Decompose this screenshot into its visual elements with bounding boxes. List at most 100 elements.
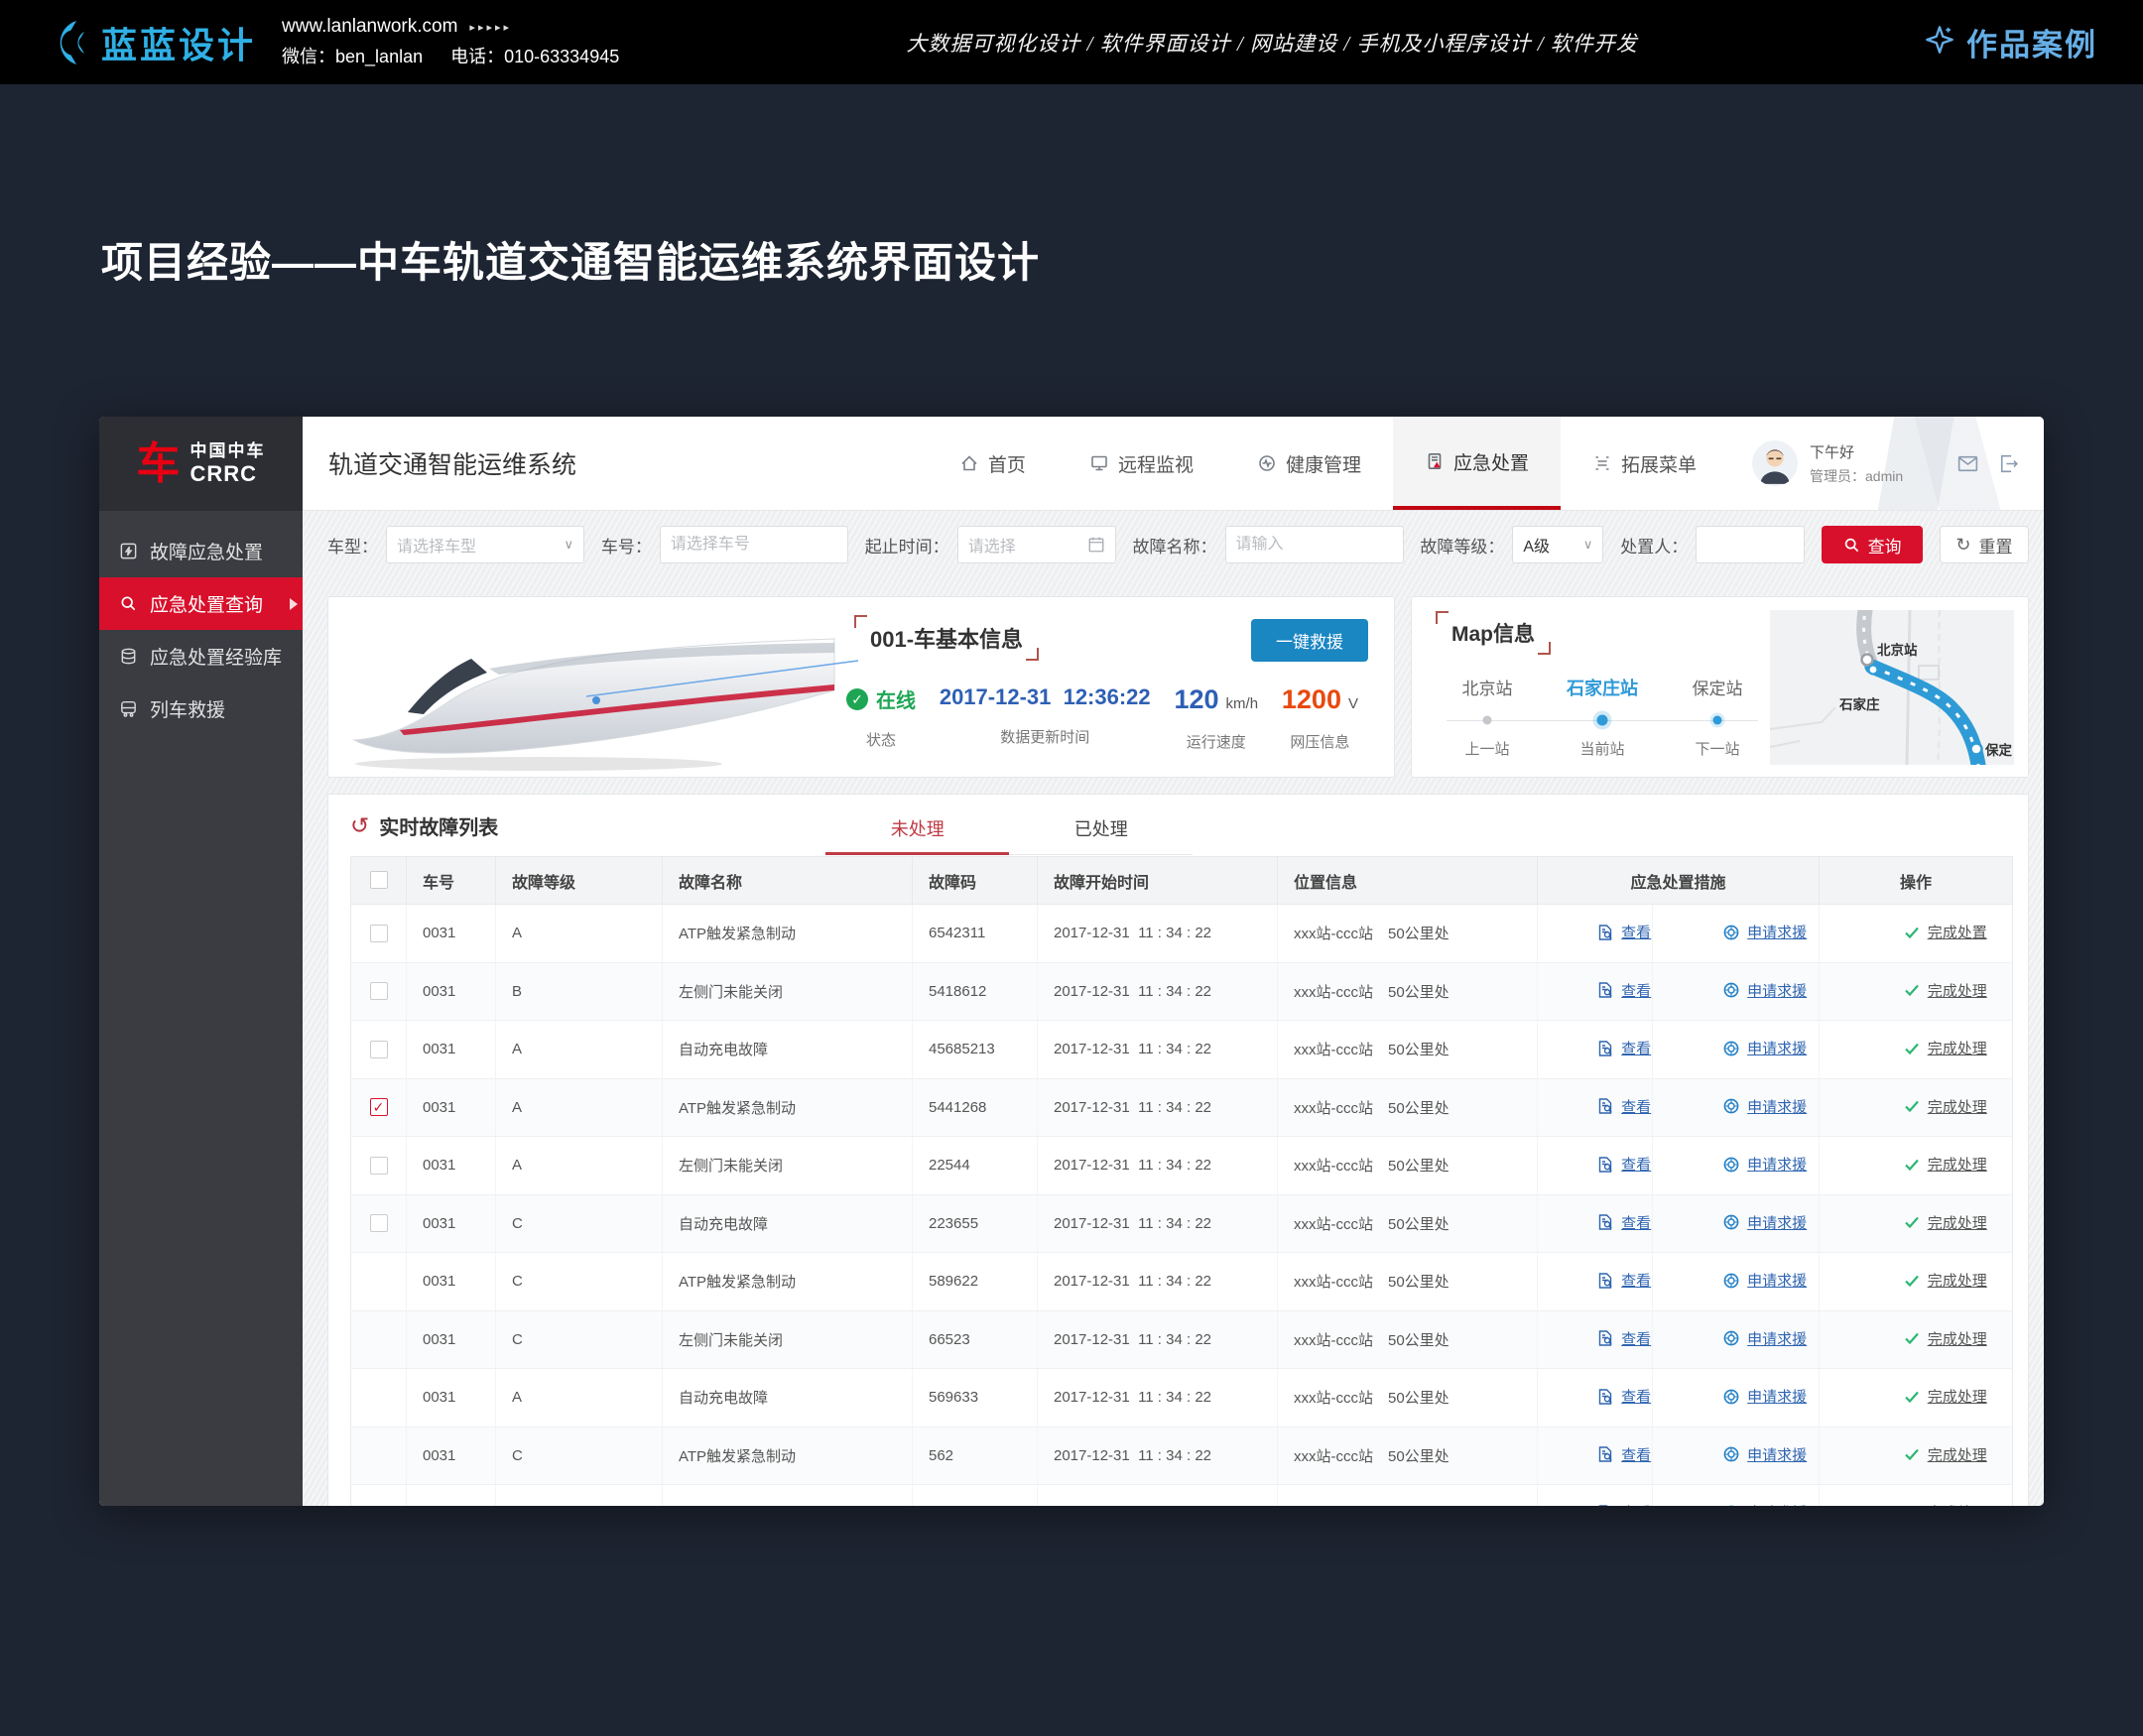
tab-health-management[interactable]: 健康管理 <box>1225 417 1393 510</box>
cell-fault-code: 45685213 <box>913 1021 1038 1079</box>
request-rescue-link[interactable]: 申请求援 <box>1722 980 1807 1001</box>
complete-link[interactable]: 完成处理 <box>1903 1328 1987 1349</box>
view-doc-icon <box>1596 1504 1614 1507</box>
monitor-icon <box>1089 453 1109 473</box>
cell-location: xxx站-ccc站 50公里处 <box>1278 1485 1538 1507</box>
row-checkbox[interactable]: ✓ <box>370 1214 388 1232</box>
sidebar-item-emergency-query[interactable]: 应急处置查询 <box>99 577 303 630</box>
complete-link[interactable]: 完成处理 <box>1903 1386 1987 1407</box>
handler-input[interactable] <box>1706 536 1794 554</box>
portfolio-block[interactable]: 作品案例 <box>1925 20 2097 64</box>
table-row: ✓ 0031 C 左侧门未能关闭 66523 2017-12-31 11 : 3… <box>351 1310 2013 1369</box>
row-checkbox[interactable]: ✓ <box>370 1157 388 1175</box>
complete-link[interactable]: 完成处理 <box>1903 1038 1987 1058</box>
tab-emergency-handling[interactable]: 应急处置 <box>1393 417 1561 510</box>
tab-remote-monitor[interactable]: 远程监视 <box>1058 417 1225 510</box>
cell-car-no: 0031 <box>407 1078 496 1137</box>
website-link[interactable]: www.lanlanwork.com <box>282 16 457 38</box>
status-stat: ✓ 在线 状态 <box>846 684 916 752</box>
table-header-row: 车号 故障等级 故障名称 故障码 故障开始时间 位置信息 应急处置措施 操作 <box>351 857 2013 905</box>
sidebar-item-fault-emergency[interactable]: 故障应急处置 <box>99 525 303 577</box>
request-rescue-link[interactable]: 申请求援 <box>1722 922 1807 942</box>
table-row: ✓ 0031 C ATP触发紧急制动 562 2017-12-31 11 : 3… <box>351 1426 2013 1485</box>
corner-bracket <box>1026 648 1039 661</box>
view-link[interactable]: 查看 <box>1596 1038 1651 1058</box>
fault-name-input[interactable] <box>1236 536 1393 554</box>
request-rescue-link[interactable]: 申请求援 <box>1722 1154 1807 1175</box>
complete-link[interactable]: 完成处理 <box>1903 1270 1987 1291</box>
sidebar-item-train-rescue[interactable]: 列车救援 <box>99 682 303 735</box>
status-tabs: 未处理 已处理 <box>825 806 1193 855</box>
cell-fault-code: 66523 <box>913 1310 1038 1369</box>
view-link[interactable]: 查看 <box>1596 1328 1651 1349</box>
train-image <box>340 603 841 774</box>
view-doc-icon <box>1596 981 1614 999</box>
view-link[interactable]: 查看 <box>1596 1096 1651 1117</box>
map-label-shijiazhuang: 石家庄 <box>1838 696 1880 712</box>
corner-bracket <box>1538 642 1551 655</box>
cell-car-no: 0031 <box>407 1253 496 1311</box>
request-rescue-link[interactable]: 申请求援 <box>1722 1096 1807 1117</box>
corner-bracket <box>1436 611 1449 624</box>
time-range-picker[interactable]: 请选择 <box>957 526 1116 563</box>
one-key-rescue-button[interactable]: 一键救援 <box>1251 619 1368 662</box>
tab-done[interactable]: 已处理 <box>1009 806 1193 855</box>
wechat-label: 微信：ben_lanlan <box>282 43 423 68</box>
time-range-label: 起止时间： <box>865 533 949 558</box>
logout-icon[interactable] <box>1997 452 2020 475</box>
fault-level-select[interactable]: A级 ∨ <box>1512 526 1603 563</box>
view-link[interactable]: 查看 <box>1596 1154 1651 1175</box>
cell-start-time: 2017-12-31 11 : 34 : 22 <box>1038 1426 1278 1485</box>
vehicle-type-select[interactable]: 请选择车型 ∨ <box>386 526 584 563</box>
cell-fault-name: ATP触发紧急制动 <box>663 1253 913 1311</box>
check-icon <box>1903 1097 1921 1115</box>
crrc-logo-icon: 车 <box>137 442 181 486</box>
row-checkbox[interactable]: ✓ <box>370 1041 388 1058</box>
complete-link[interactable]: 完成处理 <box>1903 1444 1987 1465</box>
row-checkbox[interactable]: ✓ <box>370 1098 388 1116</box>
mail-icon[interactable] <box>1956 452 1979 475</box>
tab-pending[interactable]: 未处理 <box>825 806 1009 855</box>
cell-car-no: 0031 <box>407 905 496 963</box>
tab-home[interactable]: 首页 <box>928 417 1058 510</box>
complete-link[interactable]: 完成处置 <box>1903 922 1987 942</box>
complete-link[interactable]: 完成处理 <box>1903 980 1987 1001</box>
complete-link[interactable]: 完成处理 <box>1903 1502 1987 1506</box>
query-button[interactable]: 查询 <box>1822 526 1923 563</box>
complete-link[interactable]: 完成处理 <box>1903 1154 1987 1175</box>
request-rescue-link[interactable]: 申请求援 <box>1722 1212 1807 1233</box>
vehicle-no-input[interactable] <box>671 536 837 554</box>
view-link[interactable]: 查看 <box>1596 1386 1651 1407</box>
request-rescue-link[interactable]: 申请求援 <box>1722 1038 1807 1058</box>
view-link[interactable]: 查看 <box>1596 1212 1651 1233</box>
sidebar-item-experience-library[interactable]: 应急处置经验库 <box>99 630 303 682</box>
request-rescue-link[interactable]: 申请求援 <box>1722 1328 1807 1349</box>
row-checkbox[interactable]: ✓ <box>370 925 388 942</box>
complete-link[interactable]: 完成处理 <box>1903 1212 1987 1233</box>
prev-station-name: 北京站 <box>1430 675 1545 700</box>
next-station-label: 下一站 <box>1660 738 1775 759</box>
complete-link[interactable]: 完成处理 <box>1903 1096 1987 1117</box>
view-link[interactable]: 查看 <box>1596 1444 1651 1465</box>
life-ring-icon <box>1722 981 1740 999</box>
avatar[interactable] <box>1752 440 1798 486</box>
tab-extended-menu[interactable]: 拓展菜单 <box>1561 417 1728 510</box>
prev-station-label: 上一站 <box>1430 738 1545 759</box>
request-rescue-link[interactable]: 申请求援 <box>1722 1502 1807 1506</box>
cell-car-no: 0031 <box>407 1194 496 1253</box>
cell-fault-level: A <box>496 1021 663 1079</box>
view-link[interactable]: 查看 <box>1596 1502 1651 1506</box>
cell-location: xxx站-ccc站 50公里处 <box>1278 1021 1538 1079</box>
view-link[interactable]: 查看 <box>1596 1270 1651 1291</box>
checkbox-check-icon: ✓ <box>371 1099 387 1115</box>
request-rescue-link[interactable]: 申请求援 <box>1722 1386 1807 1407</box>
reset-button[interactable]: ↻ 重置 <box>1940 526 2029 563</box>
row-checkbox[interactable]: ✓ <box>370 982 388 1000</box>
table-row: ✓ 0031 A 自动充电故障 569633 2017-12-31 11 : 3… <box>351 1369 2013 1427</box>
request-rescue-link[interactable]: 申请求援 <box>1722 1270 1807 1291</box>
view-link[interactable]: 查看 <box>1596 980 1651 1001</box>
header-checkbox[interactable] <box>370 871 388 889</box>
view-link[interactable]: 查看 <box>1596 922 1651 942</box>
cell-fault-level: C <box>496 1426 663 1485</box>
request-rescue-link[interactable]: 申请求援 <box>1722 1444 1807 1465</box>
